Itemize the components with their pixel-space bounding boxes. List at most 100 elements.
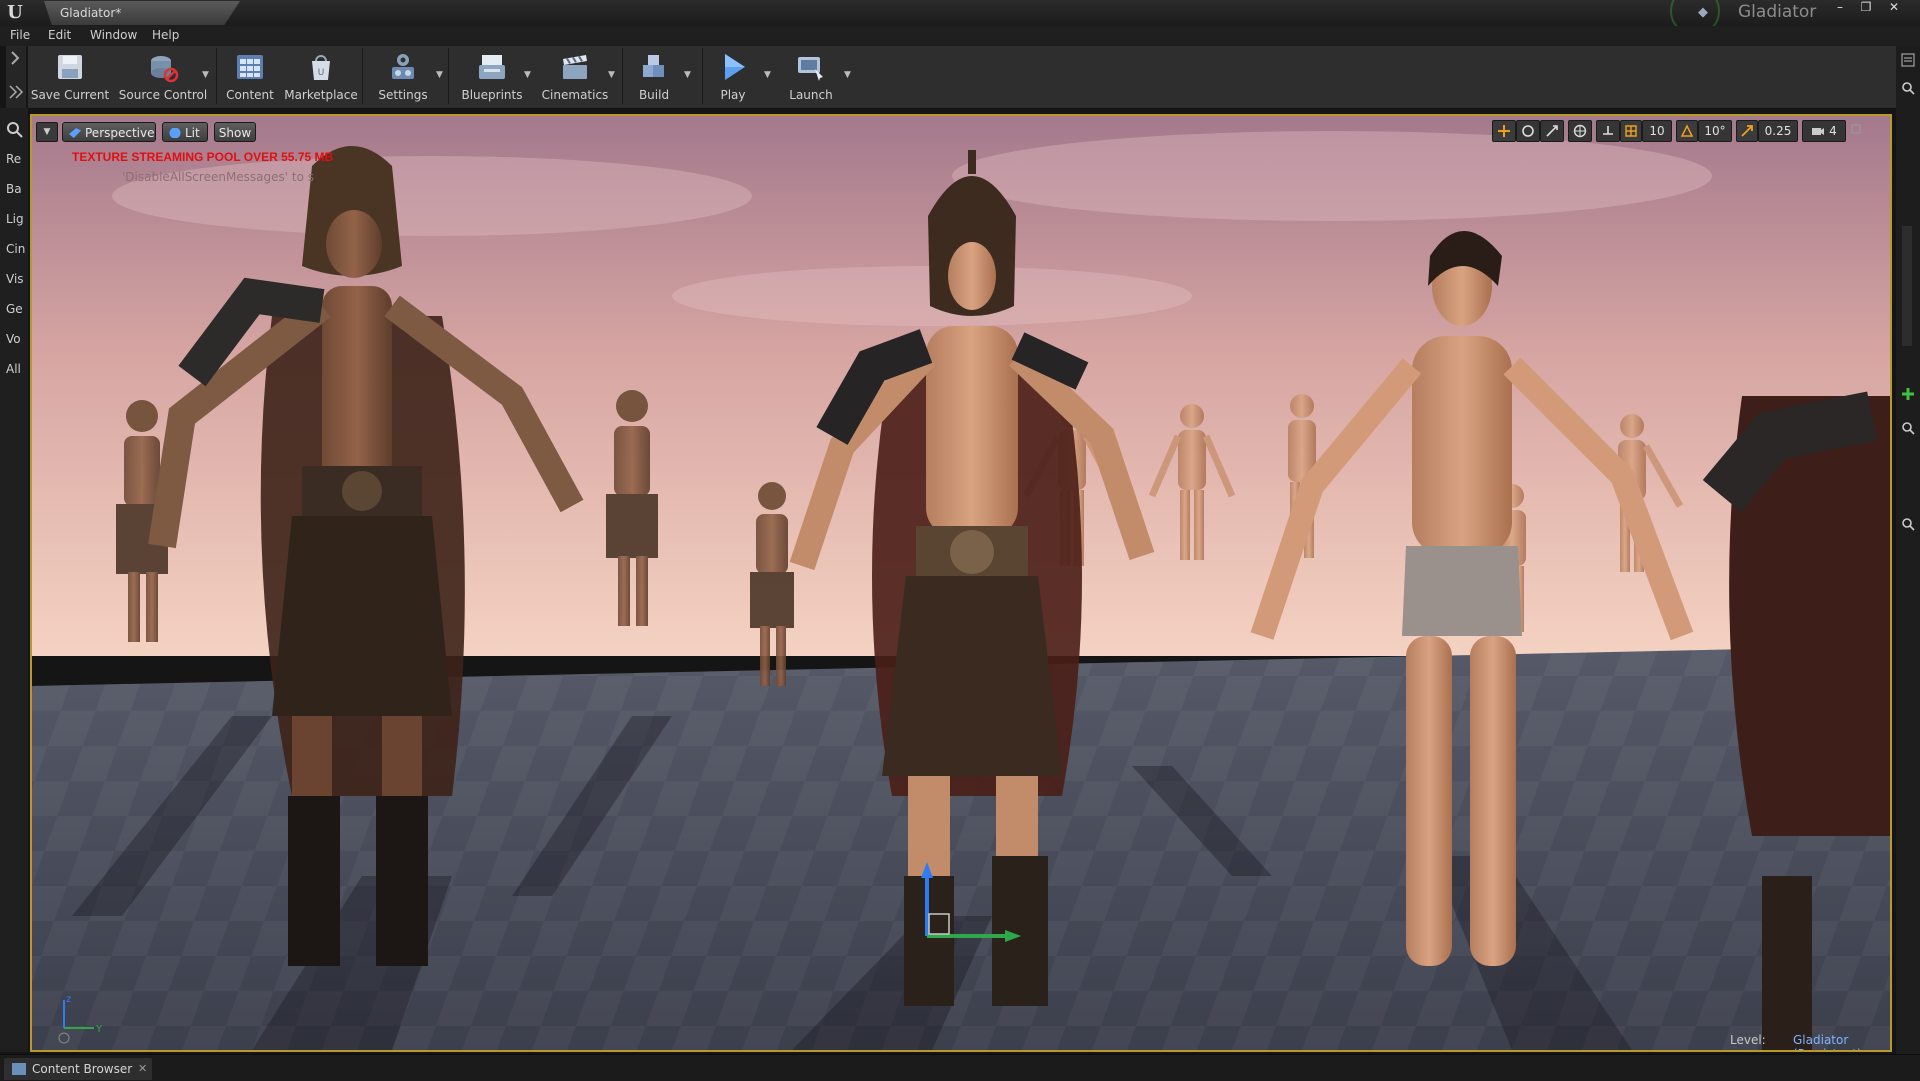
scale-snap-value[interactable]: 0.25 [1758, 120, 1798, 142]
search-icon[interactable] [5, 120, 23, 138]
scale-mode-button[interactable] [1540, 120, 1564, 142]
toolbar-grip [6, 46, 26, 108]
grid-icon [1625, 125, 1637, 137]
translate-mode-button[interactable] [1492, 120, 1516, 142]
svg-text:U: U [318, 68, 325, 78]
source-control-button[interactable]: Source Control [116, 46, 210, 108]
search-icon[interactable] [1900, 80, 1916, 96]
toolbar-separator [448, 48, 449, 104]
world-outliner-icon[interactable] [1900, 52, 1916, 68]
search-icon[interactable] [1900, 420, 1916, 436]
content-icon [237, 55, 263, 79]
strip-tab-all[interactable]: All [6, 362, 21, 376]
scale-snap-toggle[interactable] [1736, 120, 1758, 142]
strip-tab-recent[interactable]: Re [6, 152, 21, 166]
menu-bar: File Edit Window Help [0, 26, 1920, 46]
grid-snap-value[interactable]: 10 [1642, 120, 1672, 142]
cinematics-icon [563, 55, 587, 79]
maximize-viewport-button[interactable] [1850, 120, 1864, 142]
camera-speed-button[interactable]: 4 [1802, 120, 1846, 142]
blueprints-button[interactable]: Blueprints [452, 46, 532, 108]
perspective-toggle[interactable]: Perspective [62, 122, 156, 142]
content-browser-tab[interactable]: Content Browser ✕ [4, 1058, 152, 1080]
scrollbar[interactable] [1902, 226, 1912, 346]
project-flag-icon: ◆ [1698, 5, 1708, 20]
blueprints-dropdown[interactable]: ▼ [524, 70, 534, 82]
close-tab-icon[interactable]: ✕ [138, 1058, 147, 1080]
project-badge: ◆ Gladiator [1670, 0, 1820, 36]
right-panel-strip [1896, 46, 1920, 1080]
lit-toggle[interactable]: Lit [162, 122, 208, 142]
scale-icon [1546, 125, 1558, 137]
close-button[interactable]: ✕ [1882, 0, 1906, 16]
rotate-mode-button[interactable] [1516, 120, 1540, 142]
world-local-button[interactable] [1568, 120, 1592, 142]
blueprints-icon [479, 55, 505, 79]
document-tab[interactable]: Gladiator* [44, 1, 240, 25]
settings-dropdown[interactable]: ▼ [436, 70, 446, 82]
level-name-link[interactable]: Gladiator (Persistent) [1793, 1033, 1890, 1050]
unreal-logo-icon: U [7, 2, 23, 23]
strip-tab-cinematic[interactable]: Cin [6, 242, 25, 256]
lit-sphere-icon [169, 128, 181, 138]
build-icon [643, 55, 664, 77]
grid-snap-toggle[interactable] [1620, 120, 1642, 142]
camera-icon [1812, 128, 1825, 135]
surface-snap-icon [1603, 126, 1613, 135]
marketplace-button[interactable]: U Marketplace [282, 46, 360, 108]
axis-help-icon [58, 1032, 70, 1044]
minimize-button[interactable]: – [1828, 0, 1852, 16]
menu-edit[interactable]: Edit [48, 28, 71, 42]
source-control-icon [151, 56, 179, 83]
save-icon [58, 55, 82, 79]
viewport-options-button[interactable]: ▼ [36, 122, 58, 142]
save-current-button[interactable]: Save Current [28, 46, 112, 108]
rotation-snap-toggle[interactable] [1676, 120, 1698, 142]
launch-dropdown[interactable]: ▼ [844, 70, 854, 82]
strip-tab-visual[interactable]: Vis [6, 272, 24, 286]
rotation-snap-icon [1680, 124, 1694, 137]
disable-messages-hint: 'DisableAllScreenMessages' to s [122, 170, 315, 184]
cinematics-dropdown[interactable]: ▼ [608, 70, 618, 82]
main-toolbar: Save Current Source Control ▼ Content U … [28, 46, 1896, 109]
menu-window[interactable]: Window [90, 28, 137, 42]
build-dropdown[interactable]: ▼ [684, 70, 694, 82]
strip-tab-lights[interactable]: Lig [6, 212, 24, 226]
axis-z-label: z [66, 994, 71, 1005]
bottom-tab-bar: Content Browser ✕ [0, 1054, 1920, 1081]
content-button[interactable]: Content [220, 46, 280, 108]
perspective-icon [69, 128, 81, 138]
menu-help[interactable]: Help [152, 28, 179, 42]
search-icon[interactable] [1900, 516, 1916, 532]
play-icon [725, 54, 745, 80]
restore-button[interactable]: ❐ [1854, 0, 1878, 16]
play-dropdown[interactable]: ▼ [764, 70, 774, 82]
cinematics-button[interactable]: Cinematics [534, 46, 616, 108]
left-panel-strip: Re Ba Lig Cin Vis Ge Vo All [0, 108, 28, 1052]
source-control-dropdown[interactable]: ▼ [202, 70, 212, 82]
build-button[interactable]: Build [626, 46, 682, 108]
level-viewport[interactable]: ▼ Perspective Lit Show TEXTURE STREAMING… [30, 114, 1892, 1052]
launch-button[interactable]: Launch [778, 46, 844, 108]
toolbar-separator [216, 48, 217, 104]
rotate-icon [1522, 125, 1534, 137]
strip-tab-volumes[interactable]: Vo [6, 332, 21, 346]
level-label: Level: [1730, 1033, 1766, 1047]
toolbar-separator [362, 48, 363, 104]
show-button[interactable]: Show [214, 122, 256, 142]
world-axis-indicator: z Y [58, 994, 103, 1044]
menu-file[interactable]: File [10, 28, 30, 42]
strip-tab-geometry[interactable]: Ge [6, 302, 23, 316]
add-icon[interactable] [1900, 386, 1916, 402]
scale-snap-icon [1741, 125, 1753, 137]
toolbar-separator [702, 48, 703, 104]
rotation-snap-value[interactable]: 10° [1698, 120, 1732, 142]
play-button[interactable]: Play [706, 46, 760, 108]
maximize-icon [1851, 124, 1861, 134]
settings-button[interactable]: Settings [366, 46, 440, 108]
strip-tab-basic[interactable]: Ba [6, 182, 22, 196]
surface-snap-button[interactable] [1596, 120, 1620, 142]
translate-icon [1498, 125, 1510, 137]
title-bar: U Gladiator* ◆ Gladiator – ❐ ✕ [0, 0, 1920, 36]
project-name: Gladiator [1738, 2, 1817, 22]
